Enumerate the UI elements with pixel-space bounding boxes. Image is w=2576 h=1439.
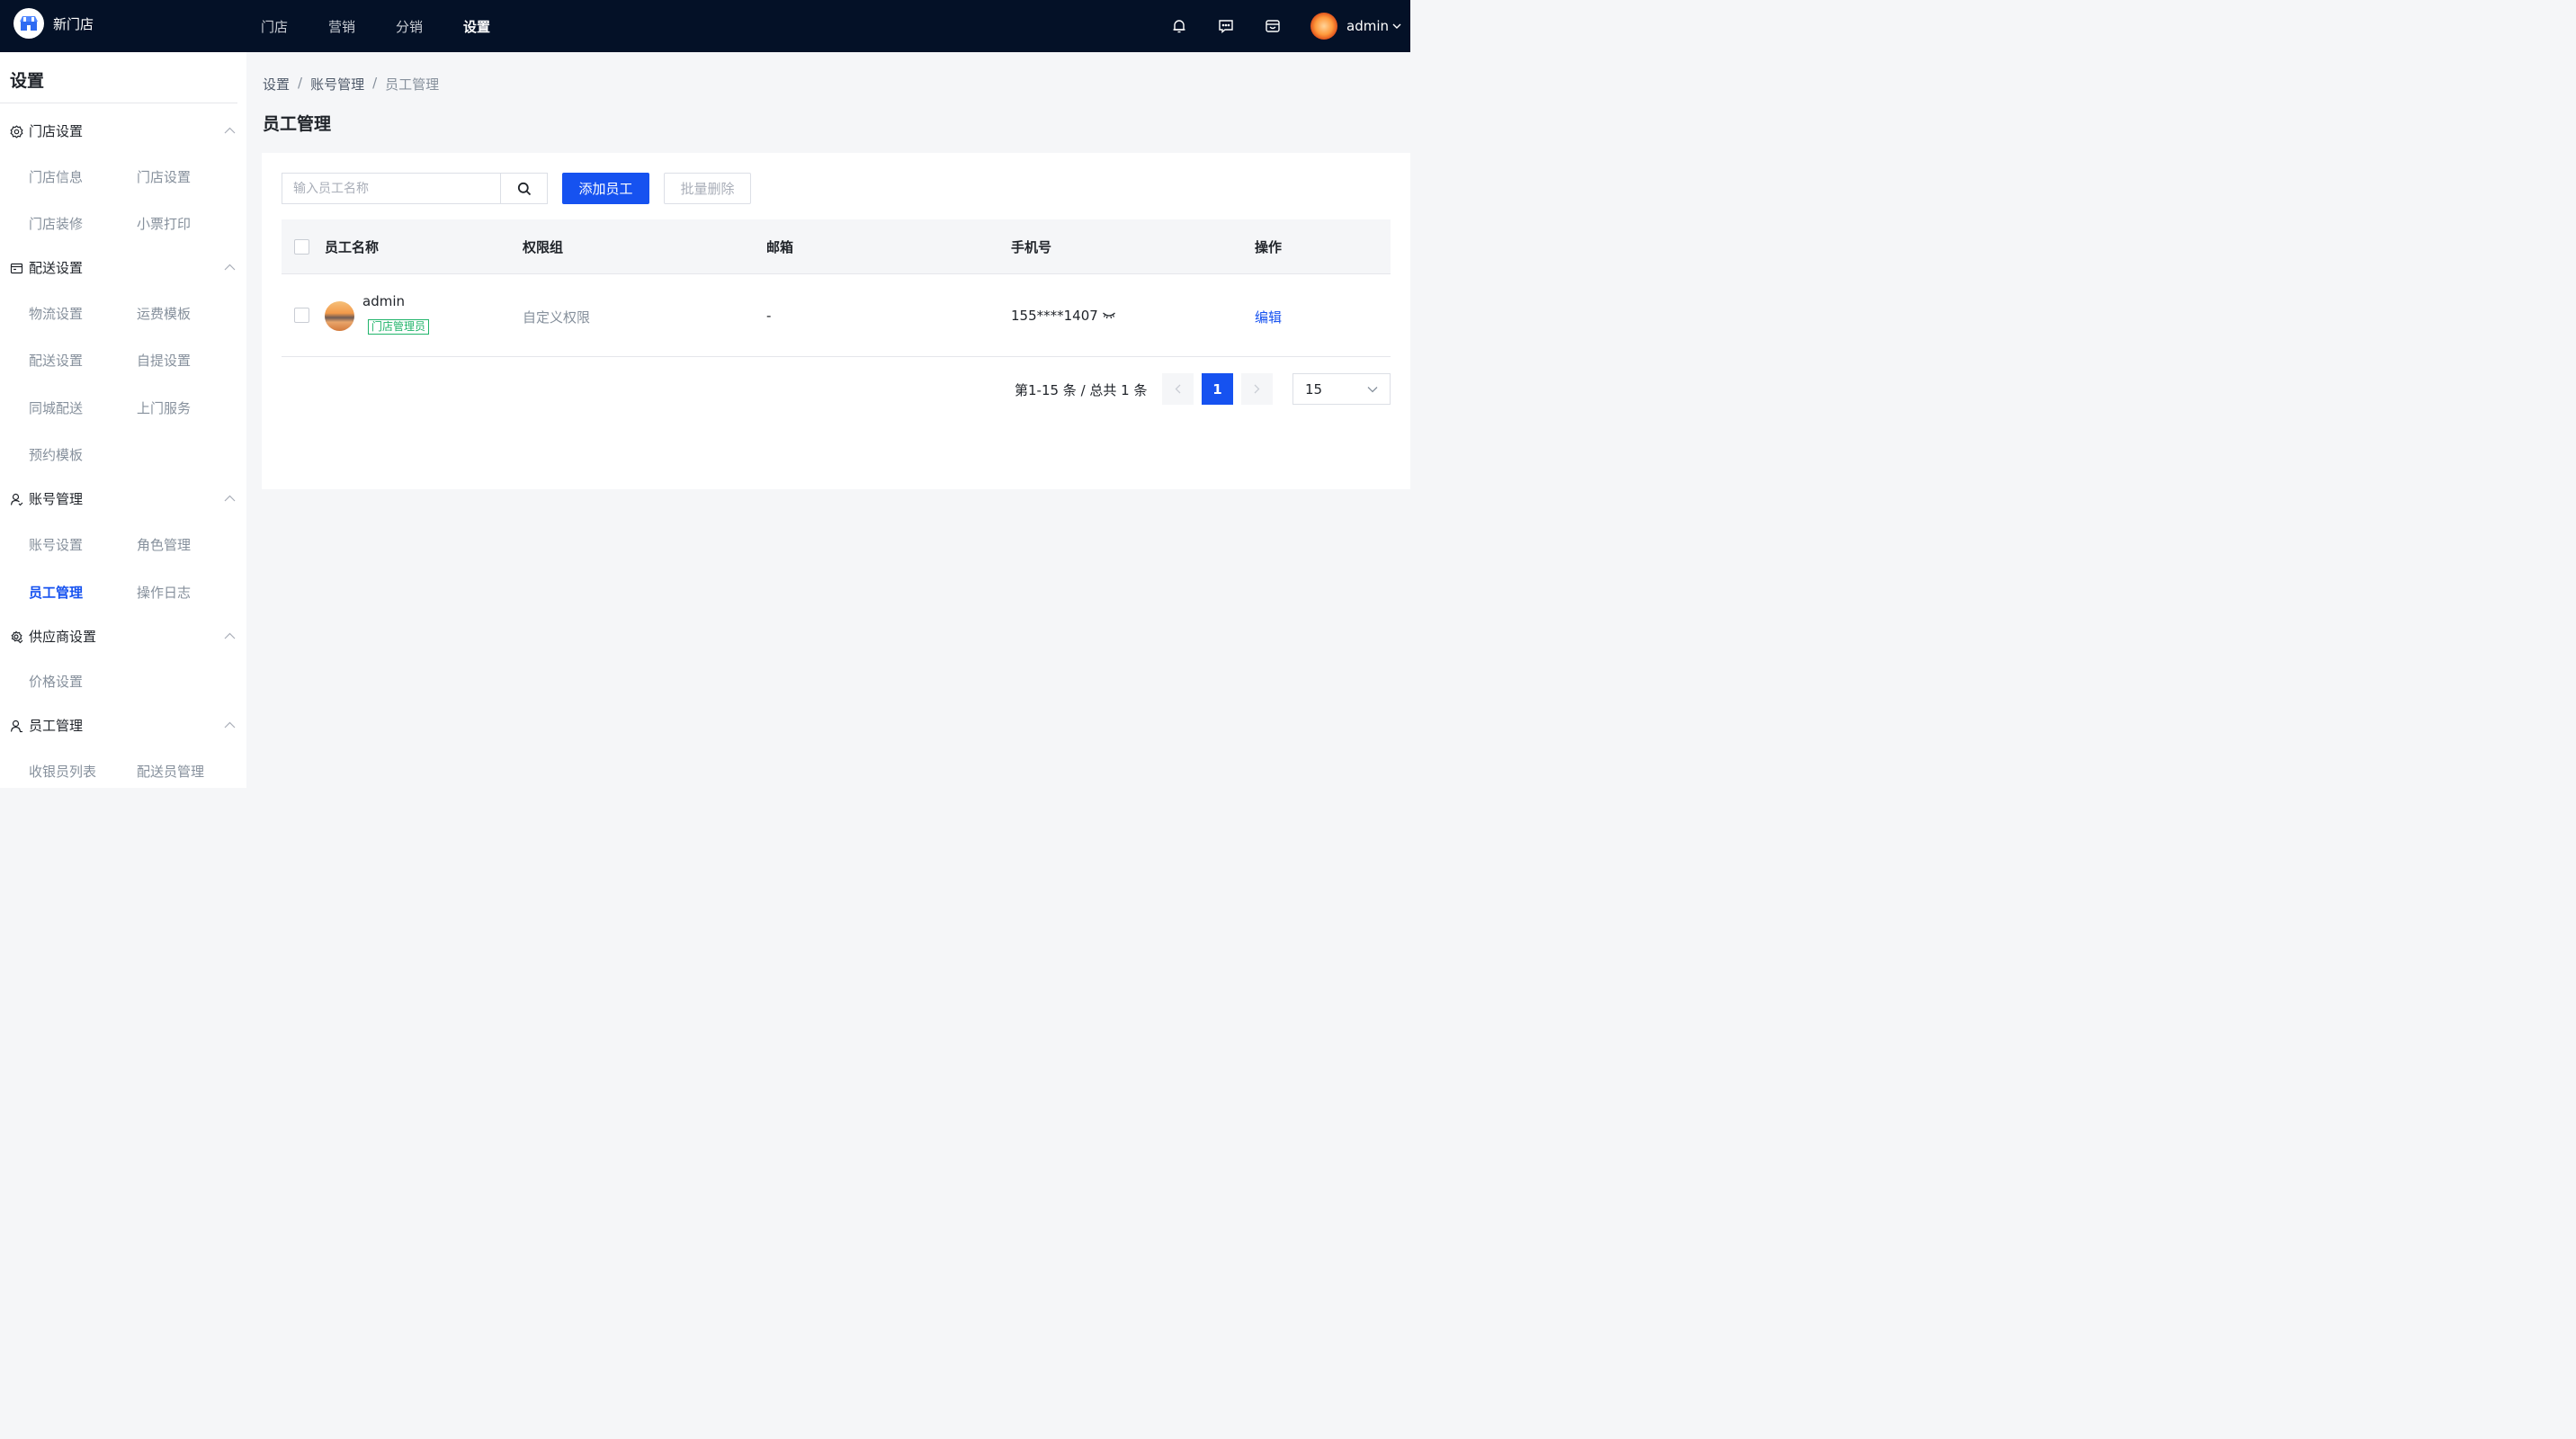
column-header-group: 权限组	[523, 239, 564, 255]
sidebar-item-booking-template[interactable]: 预约模板	[29, 445, 83, 464]
row-checkbox[interactable]	[294, 308, 309, 323]
top-nav: 门店 营销 分销 设置	[261, 0, 531, 52]
column-header-email: 邮箱	[766, 239, 794, 255]
sidebar-item-account-settings[interactable]: 账号设置	[29, 535, 83, 554]
column-header-phone: 手机号	[1011, 239, 1052, 255]
sidebar-group-store-settings[interactable]: 门店设置	[0, 121, 246, 142]
person-icon	[10, 720, 22, 733]
staff-role-tag: 门店管理员	[368, 319, 430, 335]
page-number-current[interactable]: 1	[1202, 373, 1233, 405]
search-button[interactable]	[500, 173, 548, 204]
sidebar-item-pickup[interactable]: 自提设置	[137, 351, 191, 370]
sidebar-group-label: 员工管理	[29, 718, 84, 734]
topnav-store[interactable]: 门店	[261, 17, 288, 36]
sidebar-item-operation-log[interactable]: 操作日志	[137, 583, 191, 602]
staff-email: -	[766, 308, 772, 324]
page-size-value: 15	[1305, 381, 1323, 398]
sidebar-item-price-settings[interactable]: 价格设置	[29, 672, 83, 691]
sidebar-item-store-info[interactable]: 门店信息	[29, 167, 83, 186]
breadcrumb-separator: /	[372, 75, 378, 91]
sidebar-group-delivery-settings[interactable]: 配送设置	[0, 257, 246, 279]
column-header-action: 操作	[1255, 239, 1283, 255]
page-size-select[interactable]: 15	[1292, 373, 1391, 405]
staff-search-input[interactable]	[282, 173, 501, 204]
message-icon[interactable]	[1217, 17, 1235, 35]
page-title: 员工管理	[263, 114, 332, 134]
topnav-distribution[interactable]: 分销	[396, 17, 423, 36]
sidebar-group-label: 配送设置	[29, 260, 84, 276]
bell-icon[interactable]	[1170, 17, 1188, 35]
search-icon	[517, 182, 531, 195]
sidebar-item-role-management[interactable]: 角色管理	[137, 535, 191, 554]
brand[interactable]: 新门店	[13, 8, 94, 39]
breadcrumb-account[interactable]: 账号管理	[310, 75, 364, 94]
sidebar-title: 设置	[10, 71, 45, 91]
store-logo-icon	[13, 8, 44, 39]
add-staff-button[interactable]: 添加员工	[562, 173, 649, 204]
staff-permission-group: 自定义权限	[523, 309, 591, 326]
sidebar-item-same-city[interactable]: 同城配送	[29, 398, 83, 417]
column-header-name: 员工名称	[325, 239, 380, 255]
table-row: admin 门店管理员 自定义权限 - 155****1407 编辑	[282, 274, 1391, 357]
select-all-checkbox[interactable]	[294, 239, 309, 255]
breadcrumb-current: 员工管理	[385, 76, 440, 93]
chevron-left-icon	[1175, 384, 1181, 394]
chevron-up-icon	[224, 127, 236, 134]
staff-panel: 添加员工 批量删除 员工名称 权限组 邮箱 手机号 操作 admin 门店管理员…	[262, 153, 1410, 489]
chevron-up-icon	[224, 632, 236, 639]
sidebar-item-courier-management[interactable]: 配送员管理	[137, 762, 204, 781]
sidebar-item-logistics[interactable]: 物流设置	[29, 304, 83, 323]
staff-name: admin	[362, 293, 405, 309]
store-name: 新门店	[53, 15, 94, 32]
batch-delete-button[interactable]: 批量删除	[664, 173, 751, 204]
user-name: admin	[1346, 18, 1389, 34]
chevron-right-icon	[1254, 384, 1260, 394]
chevron-down-icon	[1367, 387, 1378, 393]
sidebar-group-account[interactable]: 账号管理	[0, 488, 246, 510]
sidebar-group-supplier[interactable]: 供应商设置	[0, 626, 246, 648]
sidebar-group-label: 供应商设置	[29, 629, 97, 645]
sidebar: 设置 门店设置 门店信息 门店设置 门店装修 小票打印 配送设置 物流设置 运费…	[0, 52, 246, 788]
chevron-down-icon	[1392, 23, 1401, 29]
table-header: 员工名称 权限组 邮箱 手机号 操作	[282, 219, 1391, 274]
sidebar-group-label: 账号管理	[29, 491, 84, 507]
chevron-up-icon	[224, 495, 236, 502]
topnav-marketing[interactable]: 营销	[328, 17, 355, 36]
sidebar-item-delivery-config[interactable]: 配送设置	[29, 351, 83, 370]
sidebar-item-store-decoration[interactable]: 门店装修	[29, 214, 83, 233]
eye-closed-icon[interactable]	[1102, 309, 1116, 320]
user-avatar	[1310, 13, 1337, 40]
pagination-summary: 第1-15 条 / 总共 1 条	[1015, 382, 1148, 398]
store-front-icon[interactable]	[1264, 17, 1282, 35]
sidebar-item-receipt-print[interactable]: 小票打印	[137, 214, 191, 233]
sidebar-item-home-service[interactable]: 上门服务	[137, 398, 191, 417]
chevron-up-icon	[224, 721, 236, 728]
user-menu[interactable]: admin	[1310, 13, 1401, 40]
sidebar-group-staff[interactable]: 员工管理	[0, 715, 246, 737]
sidebar-item-freight-template[interactable]: 运费模板	[137, 304, 191, 323]
prev-page-button[interactable]	[1162, 373, 1194, 405]
staff-avatar	[325, 301, 354, 331]
sidebar-item-staff-management[interactable]: 员工管理	[29, 583, 83, 602]
user-icon	[10, 493, 23, 506]
sidebar-item-cashier-list[interactable]: 收银员列表	[29, 762, 96, 781]
supplier-gear-icon	[11, 630, 23, 644]
top-bar: 新门店 门店 营销 分销 设置 admin	[0, 0, 1410, 52]
next-page-button[interactable]	[1241, 373, 1273, 405]
breadcrumb-separator: /	[298, 75, 303, 91]
top-actions: admin	[1170, 0, 1410, 52]
topnav-settings[interactable]: 设置	[463, 17, 490, 36]
staff-phone: 155****1407	[1011, 308, 1098, 324]
breadcrumb: 设置 / 账号管理 / 员工管理	[263, 75, 439, 94]
sidebar-group-label: 门店设置	[29, 123, 84, 139]
breadcrumb-settings[interactable]: 设置	[263, 75, 290, 94]
edit-staff-link[interactable]: 编辑	[1255, 308, 1282, 326]
box-icon	[10, 263, 23, 274]
chevron-up-icon	[224, 264, 236, 271]
sidebar-item-store-config[interactable]: 门店设置	[137, 167, 191, 186]
gear-icon	[10, 125, 23, 139]
